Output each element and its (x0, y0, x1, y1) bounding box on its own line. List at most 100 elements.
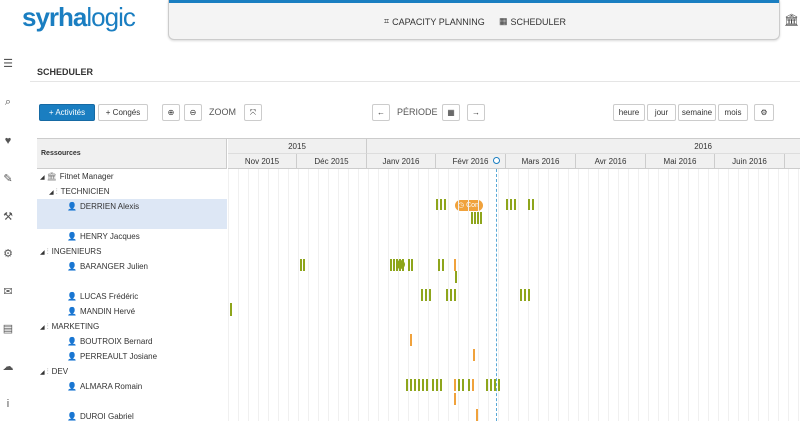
activity-bar[interactable] (408, 259, 410, 271)
caret-down-icon[interactable]: ◢ (40, 250, 45, 256)
activity-bar[interactable] (429, 289, 431, 301)
tree-person[interactable]: 👤 DUROI Gabriel (37, 409, 227, 421)
activity-bar[interactable] (303, 259, 305, 271)
activity-bar[interactable] (414, 379, 416, 391)
wrench-icon[interactable]: ⚒ (2, 211, 14, 223)
leave-bar[interactable] (476, 409, 478, 421)
activity-bar[interactable] (432, 379, 434, 391)
tree-person[interactable]: 👤 DERRIEN Alexis (37, 199, 227, 214)
tree-group[interactable]: ◢ ⫶ DEV (37, 364, 227, 379)
activity-bar[interactable] (411, 259, 413, 271)
nav-scheduler[interactable]: ▦ SCHEDULER (499, 16, 566, 27)
tree-person[interactable]: 👤 PERREAULT Josiane (37, 349, 227, 364)
leave-bar[interactable] (454, 259, 456, 271)
leave-bar[interactable] (410, 334, 412, 346)
period-calendar-button[interactable]: ▦ (442, 104, 460, 121)
activity-bar[interactable] (471, 212, 473, 224)
activity-bar[interactable] (510, 199, 512, 210)
activity-bar[interactable] (524, 289, 526, 301)
activity-bar[interactable] (455, 271, 457, 283)
activity-bar[interactable] (390, 259, 392, 271)
caret-down-icon[interactable]: ◢ (40, 370, 45, 376)
heartbeat-icon[interactable]: ♥ (2, 135, 14, 147)
view-day-button[interactable]: jour (647, 104, 676, 121)
zoom-in-button[interactable]: ⊕ (162, 104, 180, 121)
tree-person[interactable]: 👤 LUCAS Frédéric (37, 289, 227, 304)
zoom-out-button[interactable]: ⊖ (184, 104, 202, 121)
activity-bar[interactable] (468, 379, 470, 391)
activity-cluster[interactable] (396, 260, 405, 269)
activity-bar[interactable] (520, 289, 522, 301)
activity-bar[interactable] (393, 259, 395, 271)
activity-bar[interactable] (514, 199, 516, 210)
zoom-fit-button[interactable]: ⤧ (244, 104, 262, 121)
settings-button[interactable]: ⚙ (754, 104, 774, 121)
activity-bar[interactable] (440, 199, 442, 210)
tree-group[interactable]: ◢ ⫶ MARKETING (37, 319, 227, 334)
activity-bar[interactable] (410, 379, 412, 391)
activity-bar[interactable] (436, 199, 438, 210)
leave-bar[interactable] (454, 379, 456, 391)
info-icon[interactable]: i (2, 398, 14, 410)
envelope-icon[interactable]: ✉ (2, 286, 14, 298)
activity-bar[interactable] (528, 199, 530, 210)
activity-bar[interactable] (490, 379, 492, 391)
tree-root[interactable]: ◢ 🏛 Fitnet Manager (37, 169, 227, 184)
activity-bar[interactable] (421, 289, 423, 301)
tree-group[interactable]: ◢ ⫶ INGENIEURS (37, 244, 227, 259)
activity-bar[interactable] (300, 259, 302, 271)
activity-bar[interactable] (438, 259, 440, 271)
activity-bar[interactable] (532, 199, 534, 210)
brush-icon[interactable]: ✎ (2, 173, 14, 185)
activity-bar[interactable] (425, 289, 427, 301)
activity-bar[interactable] (477, 212, 479, 224)
activity-bar[interactable] (506, 199, 508, 210)
tree-person[interactable]: 👤 ALMARA Romain (37, 379, 227, 394)
period-prev-button[interactable]: ← (372, 104, 390, 121)
timeline-grid[interactable]: ◷ Con (228, 157, 800, 421)
tree-person[interactable]: 👤 BOUTROIX Bernard (37, 334, 227, 349)
activity-bar[interactable] (498, 379, 500, 391)
activity-bar[interactable] (454, 289, 456, 301)
activity-bar[interactable] (426, 379, 428, 391)
caret-down-icon[interactable]: ◢ (40, 325, 45, 331)
add-activity-button[interactable]: + Activités (39, 104, 95, 121)
comments-icon[interactable]: ☁ (2, 361, 14, 373)
today-marker[interactable] (493, 157, 500, 164)
tree-person[interactable]: 👤 HENRY Jacques (37, 229, 227, 244)
activity-bar[interactable] (474, 212, 476, 224)
tree-group[interactable]: ◢ ⫶ TECHNICIEN (37, 184, 227, 199)
activity-bar[interactable] (230, 303, 232, 316)
activity-bar[interactable] (418, 379, 420, 391)
activity-bar[interactable] (442, 259, 444, 271)
search-icon[interactable]: ⌕ (2, 96, 14, 108)
view-month-button[interactable]: mois (718, 104, 748, 121)
list-icon[interactable]: ☰ (2, 58, 14, 70)
caret-down-icon[interactable]: ◢ (40, 175, 45, 181)
activity-bar[interactable] (494, 379, 496, 391)
leave-bar[interactable] (454, 393, 456, 405)
leave-bar[interactable] (473, 349, 475, 361)
activity-bar[interactable] (406, 379, 408, 391)
period-next-button[interactable]: → (467, 104, 485, 121)
activity-bar[interactable] (450, 289, 452, 301)
activity-bar[interactable] (446, 289, 448, 301)
nav-capacity-planning[interactable]: ⌗ CAPACITY PLANNING (384, 16, 485, 27)
leave-bar[interactable] (472, 379, 474, 391)
activity-bar[interactable] (440, 379, 442, 391)
view-hour-button[interactable]: heure (613, 104, 645, 121)
activity-bar[interactable] (528, 289, 530, 301)
tree-person[interactable]: 👤 BARANGER Julien (37, 259, 227, 274)
book-icon[interactable]: ▤ (2, 323, 14, 335)
activity-bar[interactable] (444, 199, 446, 210)
activity-bar[interactable] (436, 379, 438, 391)
view-week-button[interactable]: semaine (678, 104, 716, 121)
activity-bar[interactable] (422, 379, 424, 391)
activity-bar[interactable] (462, 379, 464, 391)
add-leave-button[interactable]: + Congés (98, 104, 148, 121)
activity-bar[interactable] (486, 379, 488, 391)
caret-down-icon[interactable]: ◢ (49, 190, 54, 196)
cogs-icon[interactable]: ⚙ (2, 248, 14, 260)
activity-bar[interactable] (458, 379, 460, 391)
activity-bar[interactable] (480, 212, 482, 224)
